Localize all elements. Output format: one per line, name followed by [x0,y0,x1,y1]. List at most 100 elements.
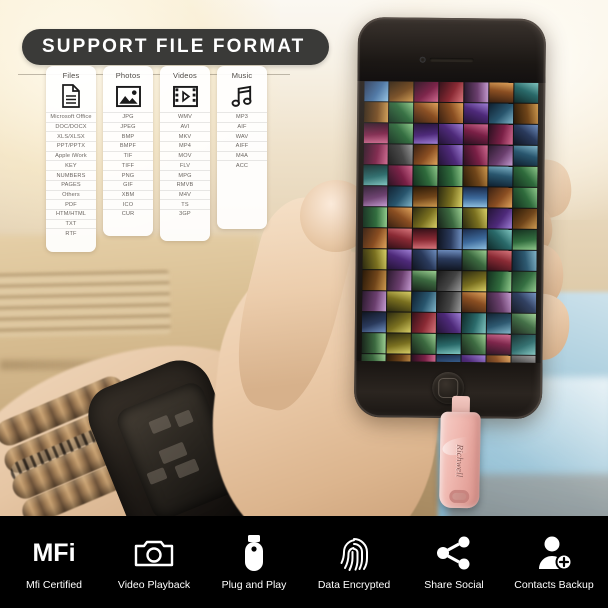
photo-thumbnail[interactable] [438,186,463,208]
photo-thumbnail[interactable] [362,228,387,249]
photo-thumbnail[interactable] [412,270,437,291]
photo-thumbnail[interactable] [438,102,464,124]
photo-thumbnail[interactable] [413,186,438,207]
photo-thumbnail[interactable] [511,313,537,334]
photo-thumbnail[interactable] [513,124,538,145]
photo-thumbnail[interactable] [488,103,514,124]
photo-thumbnail[interactable] [387,270,412,291]
photo-thumbnail[interactable] [363,144,388,165]
format-item: GIF [103,179,153,190]
photo-thumbnail[interactable] [413,144,438,165]
mfi-text-icon: MFi [32,533,75,573]
format-item: 3GP [160,208,210,219]
photo-thumbnail[interactable] [462,250,487,271]
photo-thumbnail[interactable] [437,291,462,313]
photo-thumbnail[interactable] [386,333,411,354]
photo-thumbnail[interactable] [388,144,413,165]
photo-thumbnail[interactable] [364,81,389,102]
format-item: BMPF [103,141,153,151]
photo-thumbnail[interactable] [512,292,537,313]
photo-thumbnail[interactable] [412,249,437,270]
photo-thumbnail[interactable] [489,82,514,103]
photo-thumbnail[interactable] [386,312,412,333]
photo-thumbnail[interactable] [462,271,487,292]
photo-thumbnail[interactable] [513,166,538,187]
photo-thumbnail[interactable] [387,228,412,249]
photo-thumbnail[interactable] [361,312,387,333]
photo-thumbnail[interactable] [436,333,461,355]
feature-plug-and-play: Plug and Play [204,533,304,591]
photo-thumbnail[interactable] [412,228,437,249]
photo-gallery-grid[interactable] [361,81,539,363]
photo-thumbnail[interactable] [438,165,463,187]
photo-thumbnail[interactable] [361,333,386,354]
photo-thumbnail[interactable] [512,250,537,271]
feature-data-encrypted: Data Encrypted [304,533,404,591]
photo-thumbnail[interactable] [488,145,513,166]
photo-thumbnail[interactable] [388,165,413,186]
photo-thumbnail[interactable] [512,208,538,229]
photo-thumbnail[interactable] [413,165,438,186]
air-vent [0,270,171,338]
photo-thumbnail[interactable] [512,229,537,250]
photo-thumbnail[interactable] [387,291,412,312]
photo-thumbnail[interactable] [462,208,488,229]
photo-thumbnail[interactable] [411,312,437,333]
photo-thumbnail[interactable] [462,292,487,313]
photo-thumbnail[interactable] [363,165,388,186]
photo-thumbnail[interactable] [464,82,489,103]
photo-thumbnail[interactable] [488,187,513,208]
photo-thumbnail[interactable] [436,312,462,334]
photo-thumbnail[interactable] [413,102,439,123]
photo-thumbnail[interactable] [363,186,388,207]
photo-thumbnail[interactable] [387,207,413,228]
photo-thumbnail[interactable] [488,166,513,187]
photo-thumbnail[interactable] [388,102,414,123]
photo-thumbnail[interactable] [438,123,463,145]
photo-thumbnail[interactable] [363,123,388,144]
photo-thumbnail[interactable] [437,270,462,292]
photo-thumbnail[interactable] [463,124,488,145]
photo-thumbnail[interactable] [461,313,487,334]
photo-thumbnail[interactable] [362,270,387,291]
photo-thumbnail[interactable] [513,187,538,208]
photo-thumbnail[interactable] [487,292,512,313]
photo-thumbnail[interactable] [463,166,488,187]
photo-thumbnail[interactable] [463,103,489,124]
photo-thumbnail[interactable] [486,334,511,355]
photo-thumbnail[interactable] [412,291,437,312]
photo-thumbnail[interactable] [411,333,436,354]
photo-thumbnail[interactable] [387,249,412,270]
photo-thumbnail[interactable] [437,249,462,271]
photo-thumbnail[interactable] [462,229,487,250]
photo-thumbnail[interactable] [463,187,488,208]
photo-thumbnail[interactable] [362,249,387,270]
photo-thumbnail[interactable] [514,82,539,103]
photo-thumbnail[interactable] [389,81,414,102]
photo-thumbnail[interactable] [487,250,512,271]
photo-thumbnail[interactable] [412,207,438,228]
photo-thumbnail[interactable] [413,123,438,144]
photo-thumbnail[interactable] [487,208,513,229]
photo-thumbnail[interactable] [463,145,488,166]
photo-thumbnail[interactable] [488,124,513,145]
photo-thumbnail[interactable] [438,144,463,166]
photo-thumbnail[interactable] [461,334,486,355]
photo-thumbnail[interactable] [388,123,413,144]
photo-thumbnail[interactable] [437,207,463,229]
photo-thumbnail[interactable] [487,271,512,292]
photo-thumbnail[interactable] [513,103,539,124]
photo-thumbnail[interactable] [486,313,512,334]
photo-thumbnail[interactable] [511,334,536,355]
photo-thumbnail[interactable] [439,81,464,103]
photo-thumbnail[interactable] [362,207,388,228]
photo-thumbnail[interactable] [512,271,537,292]
format-item: XBM [103,189,153,200]
photo-thumbnail[interactable] [487,229,512,250]
photo-thumbnail[interactable] [513,145,538,166]
photo-thumbnail[interactable] [363,102,389,123]
photo-thumbnail[interactable] [414,81,439,102]
photo-thumbnail[interactable] [362,291,387,312]
photo-thumbnail[interactable] [437,228,462,250]
photo-thumbnail[interactable] [388,186,413,207]
